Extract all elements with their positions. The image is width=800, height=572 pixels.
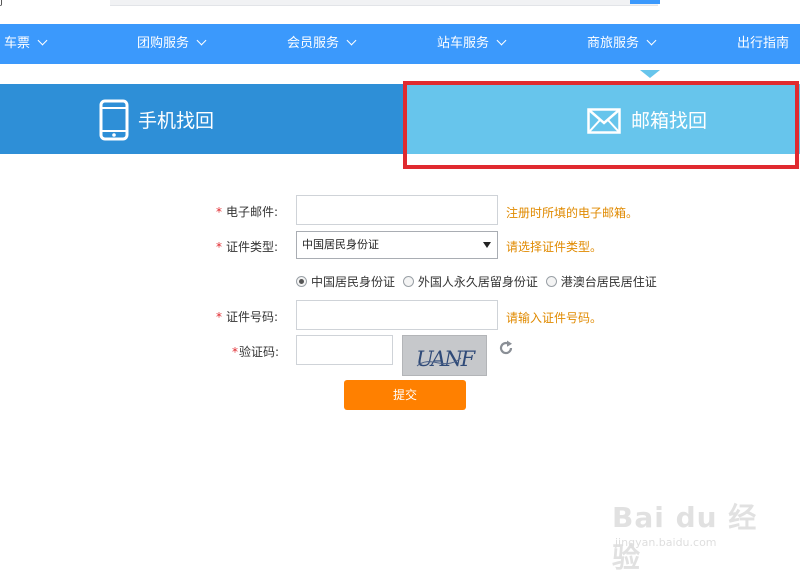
chevron-down-icon — [346, 35, 357, 46]
nav-item-travel-guide[interactable]: 出行指南 — [737, 24, 789, 64]
id-number-label: * 证件号码: — [216, 308, 278, 325]
nav-item-business-travel[interactable]: 商旅服务 — [587, 24, 657, 64]
search-button-edge[interactable] — [630, 0, 660, 4]
chevron-down-icon — [646, 35, 657, 46]
nav-item-label: 商旅服务 — [587, 36, 640, 51]
email-hint: 注册时所填的电子邮箱。 — [506, 206, 639, 220]
annotation-highlight-box — [403, 81, 799, 169]
required-mark: * — [216, 240, 222, 254]
nav-item-label: 出行指南 — [737, 36, 790, 51]
id-number-hint: 请输入证件号码。 — [506, 311, 603, 325]
chevron-down-icon — [37, 35, 48, 46]
top-text-fragment: ʃ — [0, 0, 4, 7]
id-type-label-text: 证件类型: — [226, 240, 279, 254]
radio-label: 港澳台居民居住证 — [560, 275, 657, 289]
captcha-input[interactable] — [296, 335, 393, 365]
radio-checked-icon[interactable] — [296, 276, 307, 287]
id-type-select[interactable]: 中国居民身份证 — [296, 231, 498, 259]
nav-item-station[interactable]: 站车服务 — [437, 24, 507, 64]
active-tab-pointer — [640, 70, 660, 78]
radio-option-cn-id[interactable]: 中国居民身份证 — [296, 273, 395, 290]
nav-item-label: 会员服务 — [287, 36, 340, 51]
refresh-icon[interactable] — [498, 340, 514, 356]
captcha-label: *验证码: — [232, 343, 279, 360]
tab-phone-recovery[interactable]: 手机找回 — [0, 84, 404, 154]
captcha-text: UANF — [416, 347, 477, 371]
watermark-url: jingyan.baidu.com — [615, 536, 717, 549]
radio-option-foreign-permanent[interactable]: 外国人永久居留身份证 — [402, 273, 538, 290]
required-mark: * — [216, 205, 222, 219]
email-label-text: 电子邮件: — [226, 205, 279, 219]
radio-unchecked-icon[interactable] — [402, 276, 414, 287]
radio-option-hmt-residence[interactable]: 港澳台居民居住证 — [545, 273, 657, 290]
chevron-down-icon — [496, 35, 507, 46]
radio-label: 中国居民身份证 — [311, 275, 396, 289]
captcha-label-text: 验证码: — [239, 345, 280, 359]
nav-item-label: 团购服务 — [137, 36, 190, 51]
email-label: * 电子邮件: — [216, 203, 278, 220]
radio-label: 外国人永久居留身份证 — [417, 275, 538, 289]
nav-item-label: 车票 — [4, 36, 31, 51]
id-number-field[interactable] — [296, 300, 498, 330]
required-mark: * — [232, 345, 238, 359]
id-number-label-text: 证件号码: — [226, 310, 279, 324]
baidu-jingyan-watermark: Bai du 经验 jingyan.baidu.com — [612, 488, 762, 572]
nav-item-tickets[interactable]: 车票 — [4, 24, 48, 64]
captcha-image[interactable]: UANF — [402, 335, 487, 376]
watermark-brand: Bai du 经验 — [612, 501, 758, 572]
id-type-selected-value: 中国居民身份证 — [302, 238, 379, 251]
captcha-glyphs: UANF — [416, 347, 479, 371]
nav-item-label: 站车服务 — [437, 36, 490, 51]
id-type-radio-group: 中国居民身份证 外国人永久居留身份证 港澳台居民居住证 — [296, 273, 661, 289]
id-type-hint: 请选择证件类型。 — [506, 240, 603, 254]
top-strip: ʃ — [0, 0, 800, 24]
dropdown-arrow-icon — [483, 242, 491, 248]
nav-item-member[interactable]: 会员服务 — [287, 24, 357, 64]
mobile-phone-icon — [99, 99, 129, 144]
tab-phone-label: 手机找回 — [138, 110, 215, 132]
nav-item-group-buy[interactable]: 团购服务 — [137, 24, 207, 64]
search-bar-edge[interactable] — [110, 0, 658, 6]
required-mark: * — [216, 310, 222, 324]
id-type-label: * 证件类型: — [216, 238, 278, 255]
email-field[interactable] — [296, 195, 498, 225]
radio-unchecked-icon[interactable] — [545, 276, 557, 287]
main-nav: 车票 团购服务 会员服务 站车服务 商旅服务 出行指南 — [0, 24, 800, 64]
submit-button[interactable]: 提交 — [344, 380, 466, 410]
chevron-down-icon — [196, 35, 207, 46]
